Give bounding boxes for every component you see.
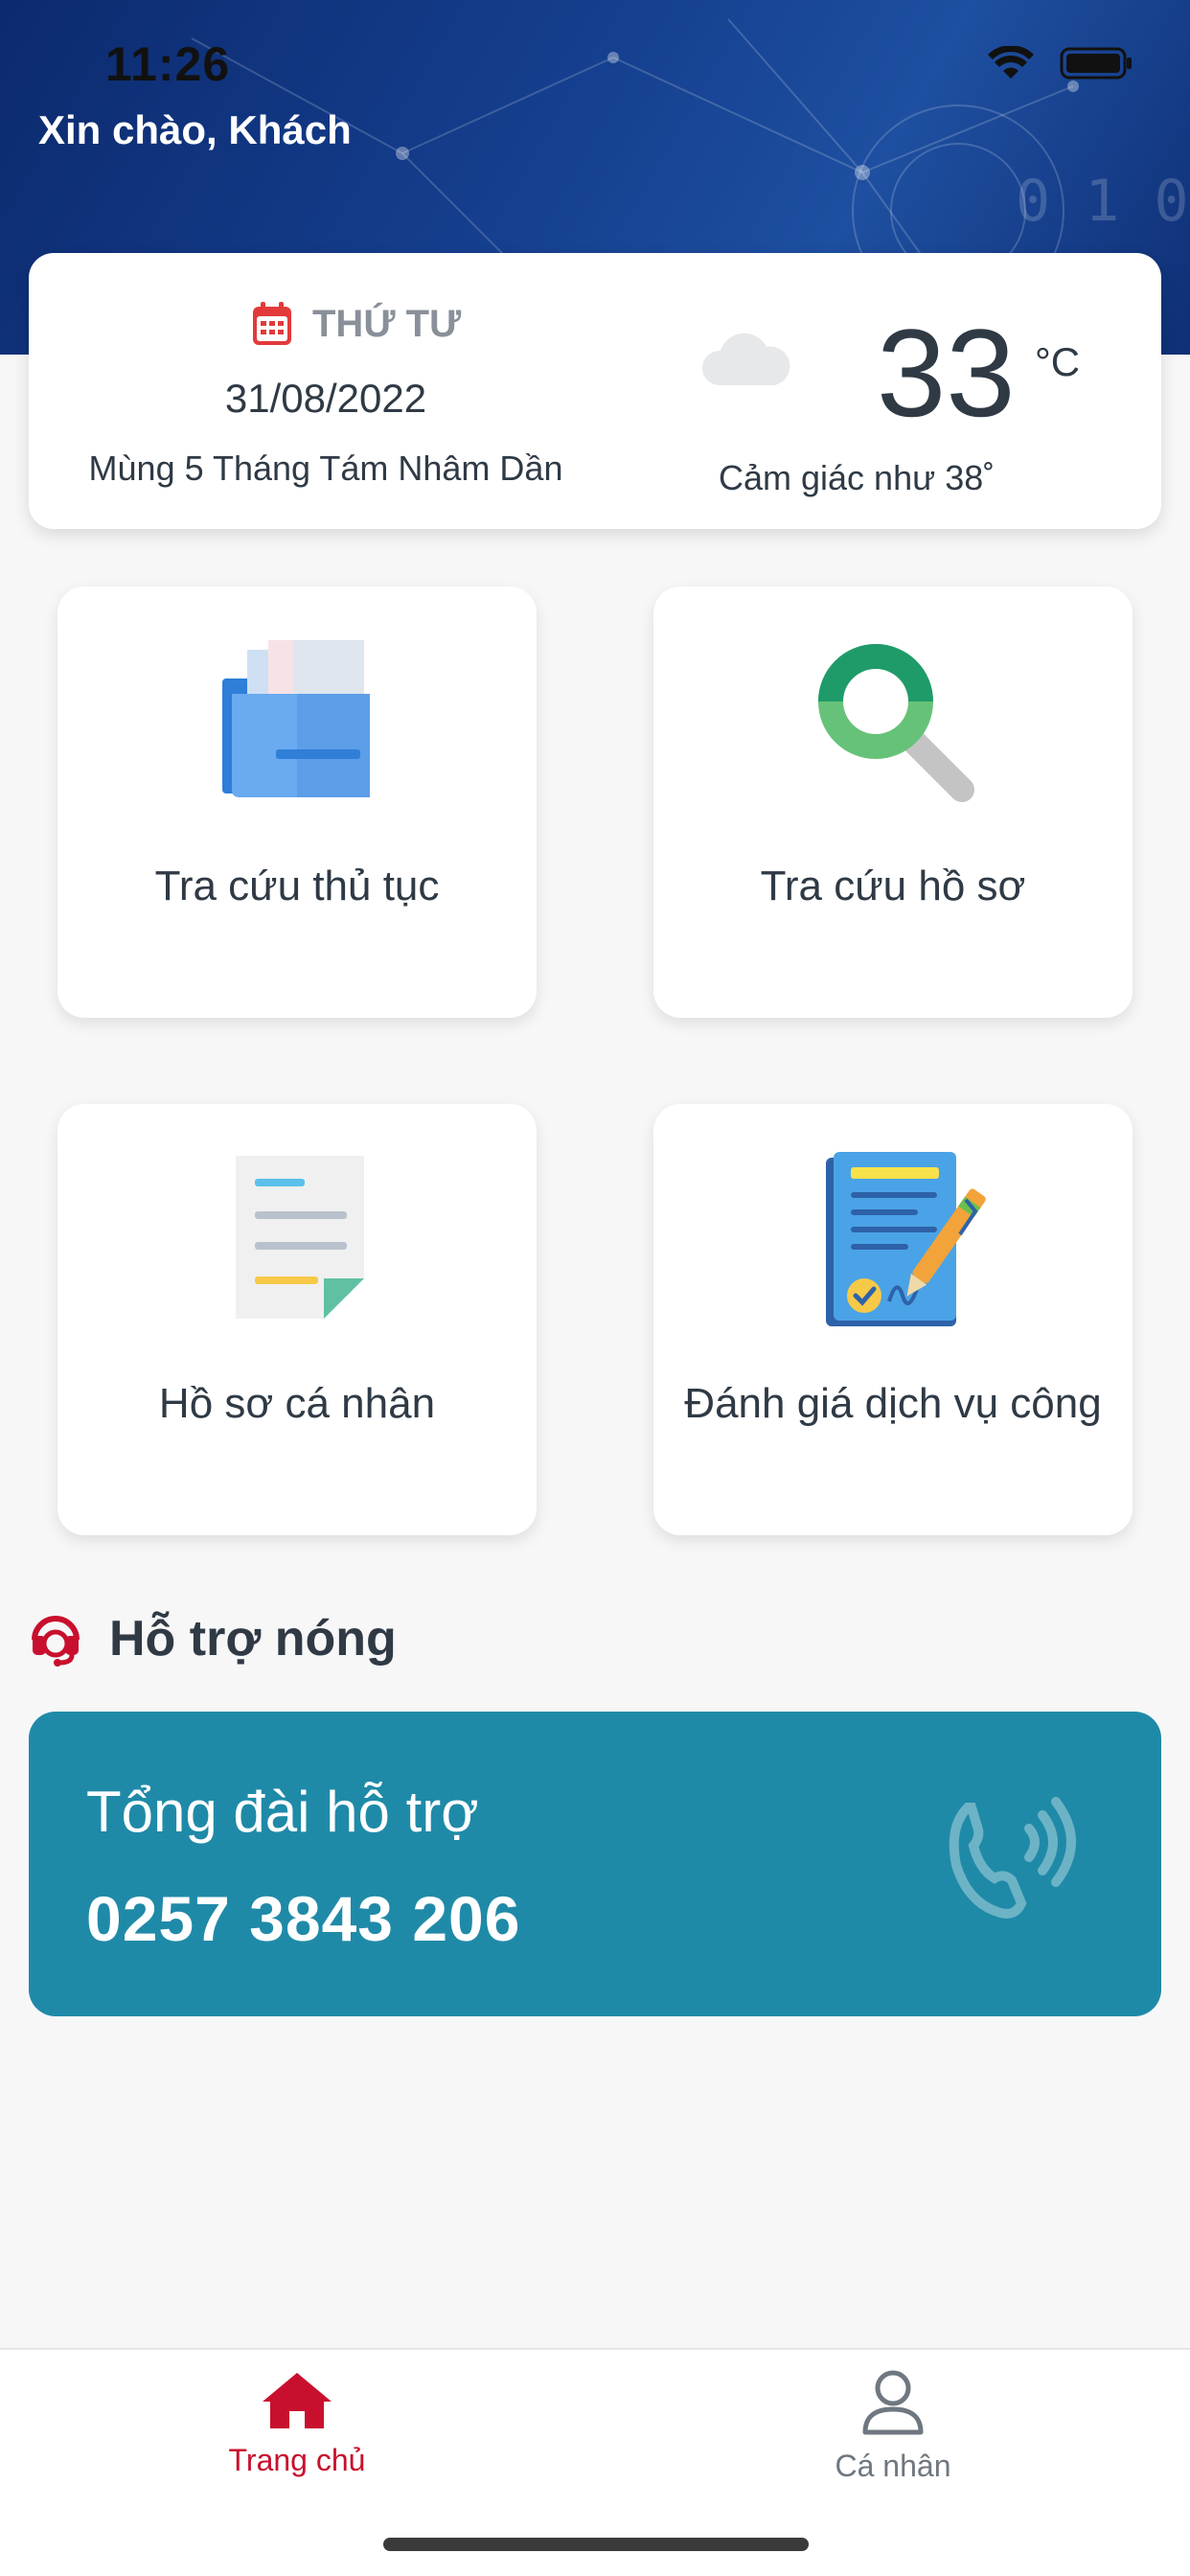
status-icons [987,46,1133,80]
tile-tra-cuu-thu-tuc[interactable]: Tra cứu thủ tục [57,586,537,1018]
weekday-label: THỨ TƯ [312,302,462,345]
hotline-card[interactable]: Tổng đài hỗ trợ 0257 3843 206 [29,1712,1161,2016]
document-icon [236,1156,364,1319]
wifi-icon [988,46,1034,79]
tile-tra-cuu-ho-so[interactable]: Tra cứu hồ sơ [653,586,1133,1018]
weekday-row: THỨ TƯ [251,301,461,347]
signed-document-icon [826,1152,986,1326]
nav-item-ca-nhan[interactable]: Cá nhân [749,2369,1037,2484]
tile-danh-gia-dich-vu-cong[interactable]: Đánh giá dịch vụ công [653,1104,1133,1535]
nav-label-trang-chu: Trang chủ [228,2443,366,2477]
nav-item-trang-chu[interactable]: Trang chủ [153,2369,441,2478]
battery-icon [1060,47,1132,80]
tile-label: Hồ sơ cá nhân [158,1380,436,1427]
home-indicator[interactable] [383,2538,809,2551]
solar-date: 31/08/2022 [224,376,427,421]
lunar-date: Mùng 5 Tháng Tám Nhâm Dần [88,448,563,488]
person-icon [862,2370,924,2435]
hotline-section-header: Hỗ trợ nóng [29,1610,397,1668]
magnifier-icon [818,644,974,802]
temperature-value: 33 [877,303,1016,443]
hotline-section-title: Hỗ trợ nóng [109,1611,397,1667]
feels-like-text: Cảm giác như 38˚ [719,458,995,497]
status-time: 11:26 [105,37,231,91]
temperature-unit: °C [1035,339,1081,384]
tile-label: Tra cứu hồ sơ [760,862,1026,909]
hotline-number[interactable]: 0257 3843 206 [86,1882,520,1955]
greeting-text: Xin chào, Khách [38,107,352,152]
home-icon [263,2373,332,2428]
nav-label-ca-nhan: Cá nhân [835,2449,951,2483]
tile-ho-so-ca-nhan[interactable]: Hồ sơ cá nhân [57,1104,537,1535]
hotline-label: Tổng đài hỗ trợ [86,1780,479,1844]
headset-icon [32,1616,80,1667]
tile-label: Đánh giá dịch vụ công [684,1380,1102,1427]
cloud-icon [701,333,790,385]
date-weather-card: THỨ TƯ 31/08/2022 Mùng 5 Tháng Tám Nhâm … [29,253,1161,529]
calendar-icon [253,302,291,345]
folder-documents-icon [222,640,370,797]
tile-label: Tra cứu thủ tục [154,862,440,909]
svg-text:0 1 0: 0 1 0 [1016,168,1189,235]
phone-ringing-icon [949,1797,1076,1919]
